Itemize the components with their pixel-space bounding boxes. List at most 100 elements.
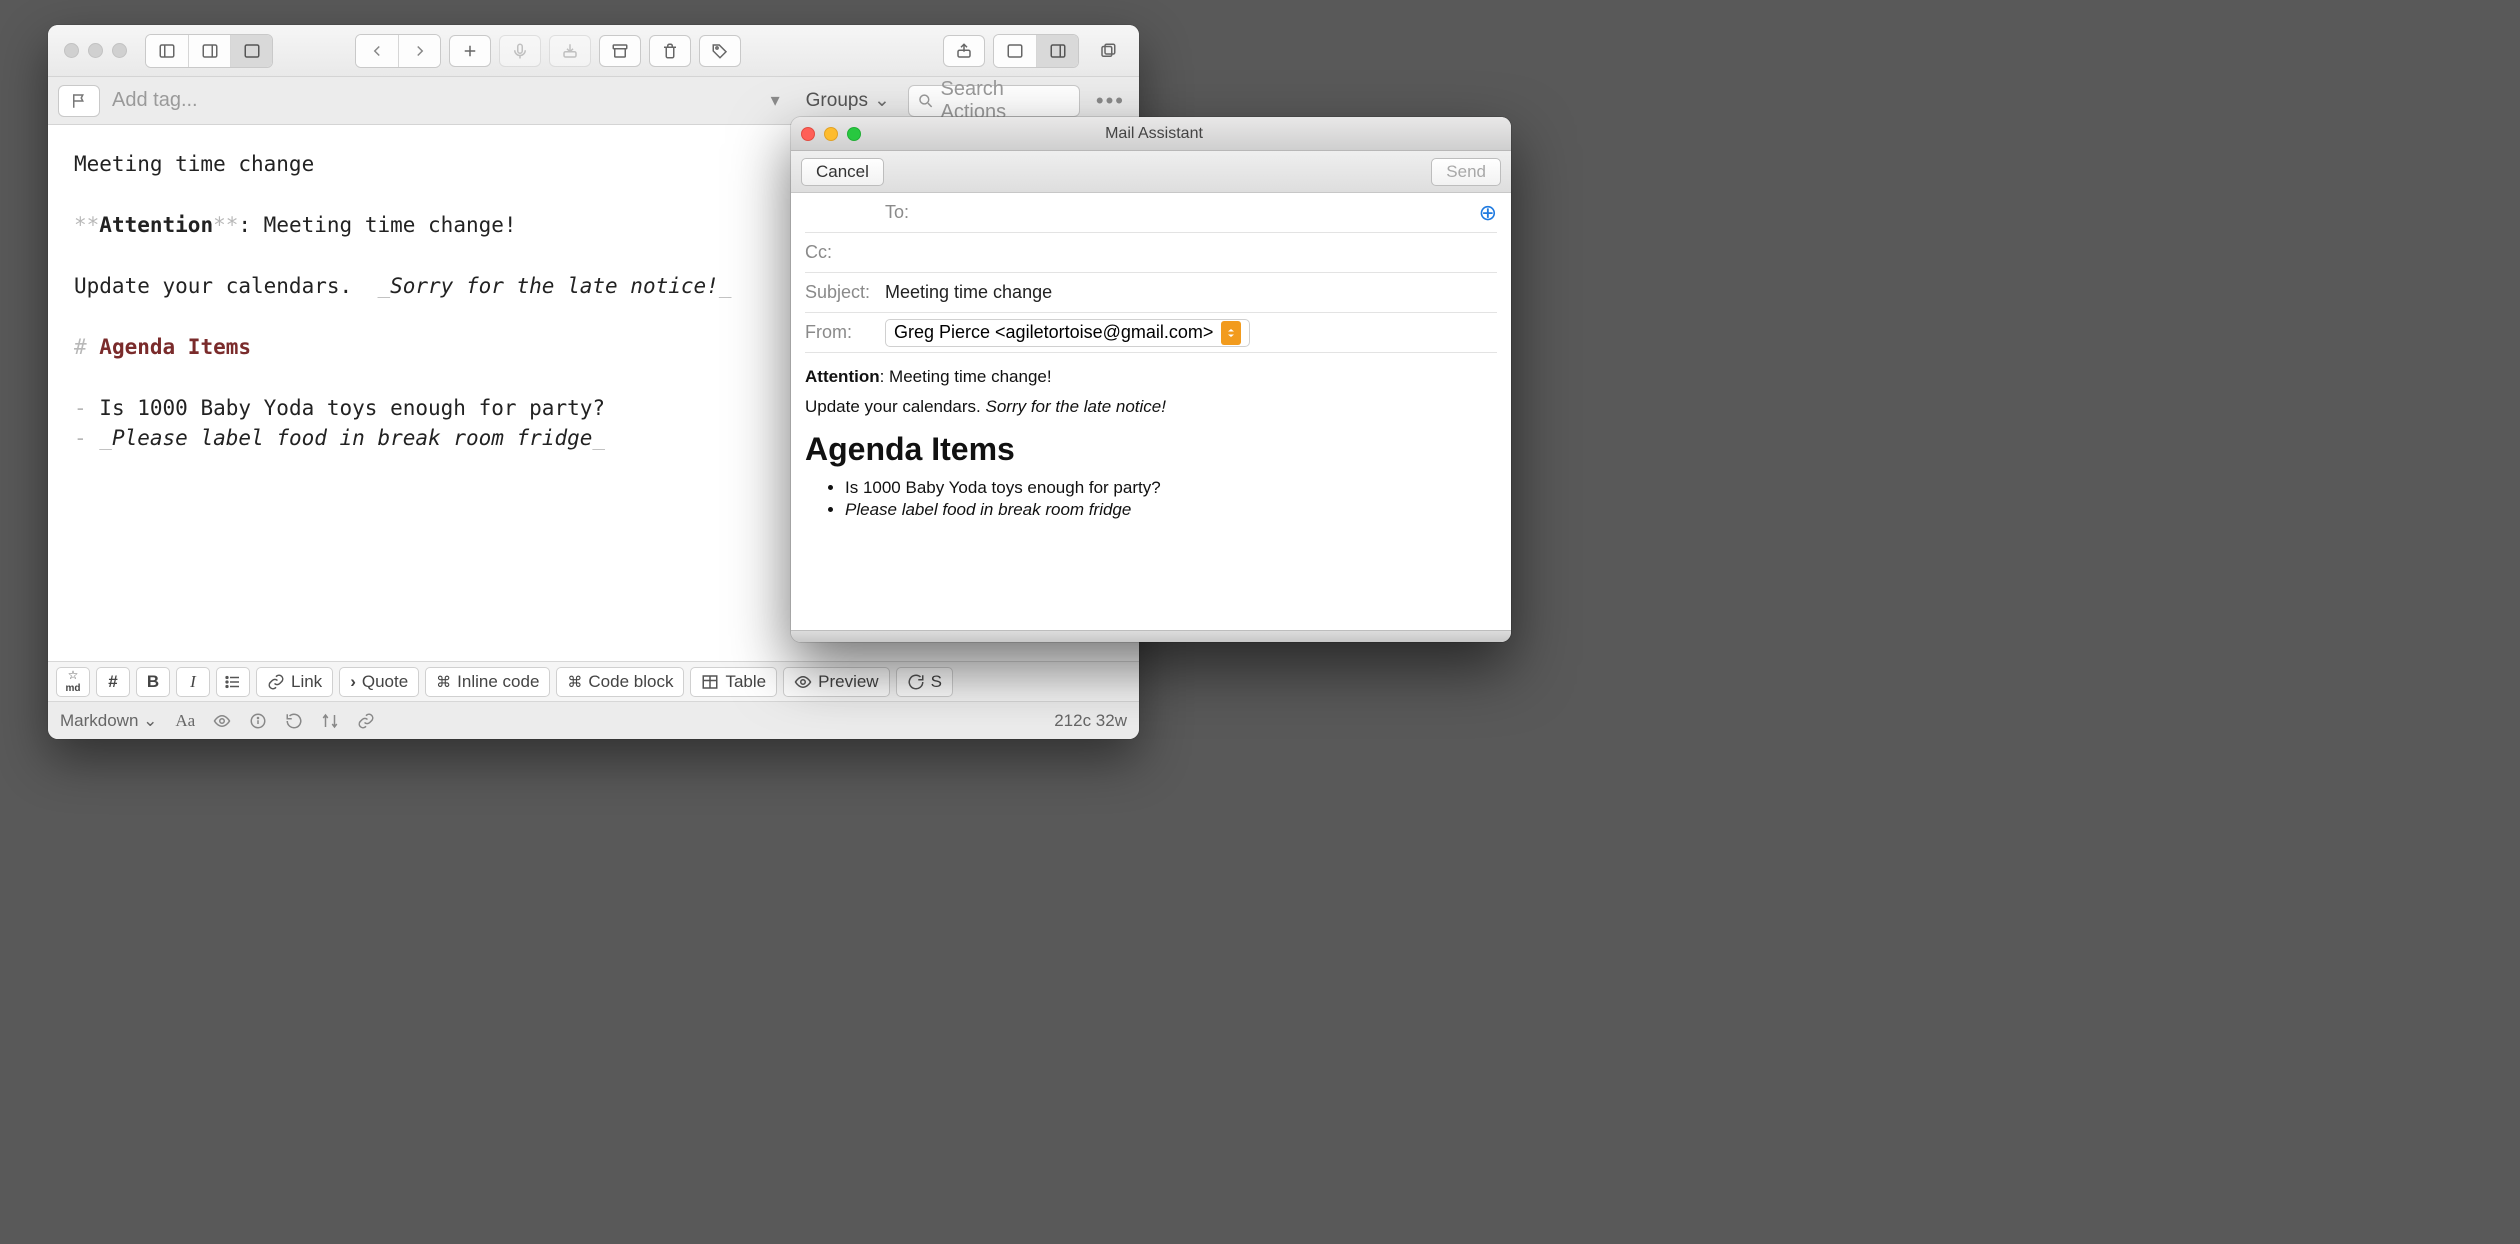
bold-button[interactable]: B — [136, 667, 170, 697]
mail-window-controls — [801, 127, 861, 141]
groups-dropdown[interactable]: Groups⌄ — [800, 89, 896, 112]
font-button[interactable]: Aa — [175, 711, 195, 731]
add-recipient-button[interactable]: ⊕ — [1479, 200, 1497, 226]
eye-icon — [794, 673, 812, 691]
cancel-button[interactable]: Cancel — [801, 158, 884, 186]
layout-full-button[interactable] — [230, 35, 272, 67]
mail-attention-rest: : Meeting time change! — [880, 367, 1052, 386]
list-button[interactable] — [216, 667, 250, 697]
mic-button[interactable] — [499, 35, 541, 67]
editor-line-3-pre: Update your calendars. — [74, 274, 377, 298]
info-icon[interactable] — [249, 712, 267, 730]
from-row: From: Greg Pierce <agiletortoise@gmail.c… — [805, 313, 1497, 353]
send-button[interactable]: Send — [1431, 158, 1501, 186]
trash-button[interactable] — [649, 35, 691, 67]
mail-titlebar: Mail Assistant — [791, 117, 1511, 151]
zoom-dot[interactable] — [112, 43, 127, 58]
mail-p2-pre: Update your calendars. — [805, 397, 986, 416]
editor-bold-word: Attention — [99, 213, 213, 237]
subject-label: Subject: — [805, 282, 875, 303]
link-button[interactable]: Link — [256, 667, 333, 697]
preview-button[interactable]: Preview — [783, 667, 889, 697]
editor-line-1: Meeting time change — [74, 152, 314, 176]
subject-row: Subject: Meeting time change — [805, 273, 1497, 313]
mail-agenda-item-2: Please label food in break room fridge — [845, 500, 1497, 520]
mail-agenda-item-1: Is 1000 Baby Yoda toys enough for party? — [845, 478, 1497, 498]
add-tag-field[interactable]: Add tag... — [112, 89, 751, 112]
md-helper-button[interactable]: ☆md — [56, 667, 90, 697]
inline-code-label: Inline code — [457, 672, 539, 692]
heading-button[interactable]: # — [96, 667, 130, 697]
quote-button[interactable]: ›Quote — [339, 667, 419, 697]
undo-icon[interactable] — [285, 712, 303, 730]
close-button[interactable] — [801, 127, 815, 141]
tag-dropdown-icon[interactable]: ▾ — [763, 90, 788, 111]
to-label-text: To: — [885, 202, 955, 223]
editor-bullet-1: Is 1000 Baby Yoda toys enough for party? — [99, 396, 605, 420]
close-dot[interactable] — [64, 43, 79, 58]
layout-right-button[interactable] — [188, 35, 230, 67]
tag-button[interactable] — [699, 35, 741, 67]
editor-bullet-2: Please label food in break room fridge — [112, 426, 592, 450]
table-button[interactable]: Table — [690, 667, 777, 697]
cc-row: Cc: — [805, 233, 1497, 273]
mail-window-title: Mail Assistant — [861, 125, 1447, 143]
flag-button[interactable] — [58, 85, 100, 117]
pane-split-button[interactable] — [1036, 35, 1078, 67]
editor-italic-phrase: Sorry for the late notice! — [390, 274, 719, 298]
mail-heading: Agenda Items — [805, 431, 1497, 468]
table-label: Table — [725, 672, 766, 692]
to-row: To: ⊕ — [805, 193, 1497, 233]
nav-forward-button[interactable] — [398, 35, 440, 67]
link-label: Link — [291, 672, 322, 692]
search-actions-field[interactable]: Search Actions — [908, 85, 1080, 117]
shortcut-button-partial[interactable]: S — [896, 667, 953, 697]
from-value: Greg Pierce <agiletortoise@gmail.com> — [894, 322, 1213, 343]
minimize-dot[interactable] — [88, 43, 103, 58]
preview-label: Preview — [818, 672, 878, 692]
visibility-icon[interactable] — [213, 712, 231, 730]
minimize-button[interactable] — [824, 127, 838, 141]
resize-grip[interactable] — [791, 630, 1511, 642]
windows-button[interactable] — [1087, 35, 1129, 67]
syntax-dropdown[interactable]: Markdown ⌄ — [60, 711, 157, 731]
link-icon — [267, 673, 285, 691]
mail-body[interactable]: Attention: Meeting time change! Update y… — [791, 353, 1511, 540]
editor-heading: Agenda Items — [99, 335, 251, 359]
link-mode-icon[interactable] — [357, 712, 375, 730]
search-icon — [917, 92, 935, 110]
mail-agenda-list: Is 1000 Baby Yoda toys enough for party?… — [845, 478, 1497, 520]
mail-toolbar: Cancel Send — [791, 151, 1511, 193]
subject-field[interactable]: Meeting time change — [885, 282, 1497, 303]
mail-window: Mail Assistant Cancel Send To: ⊕ Cc: Sub… — [791, 117, 1511, 642]
preview-segment — [993, 34, 1079, 68]
nav-segment — [355, 34, 441, 68]
more-actions-button[interactable]: ••• — [1092, 88, 1129, 114]
shortcut-label: S — [931, 672, 942, 692]
zoom-button[interactable] — [847, 127, 861, 141]
mail-p2-italic: Sorry for the late notice! — [986, 397, 1166, 416]
layout-left-button[interactable] — [146, 35, 188, 67]
italic-button[interactable]: I — [176, 667, 210, 697]
editor-titlebar — [48, 25, 1139, 77]
inline-code-button[interactable]: ⌘Inline code — [425, 667, 550, 697]
from-dropdown-icon — [1221, 321, 1241, 345]
nav-back-button[interactable] — [356, 35, 398, 67]
from-selector[interactable]: Greg Pierce <agiletortoise@gmail.com> — [885, 319, 1250, 347]
pane-single-button[interactable] — [994, 35, 1036, 67]
archive-button[interactable] — [599, 35, 641, 67]
mail-attention-word: Attention — [805, 367, 880, 386]
sidebar-layout-segment — [145, 34, 273, 68]
inbox-button[interactable] — [549, 35, 591, 67]
editor-line-2-rest: : Meeting time change! — [238, 213, 516, 237]
char-word-count: 212c 32w — [1054, 711, 1127, 731]
arrange-icon[interactable] — [321, 712, 339, 730]
new-button[interactable] — [449, 35, 491, 67]
cc-label: Cc: — [805, 242, 875, 263]
code-block-button[interactable]: ⌘Code block — [556, 667, 684, 697]
table-icon — [701, 673, 719, 691]
sync-icon — [907, 673, 925, 691]
share-button[interactable] — [943, 35, 985, 67]
status-bar: Markdown ⌄ Aa 212c 32w — [48, 701, 1139, 739]
from-label: From: — [805, 322, 875, 343]
